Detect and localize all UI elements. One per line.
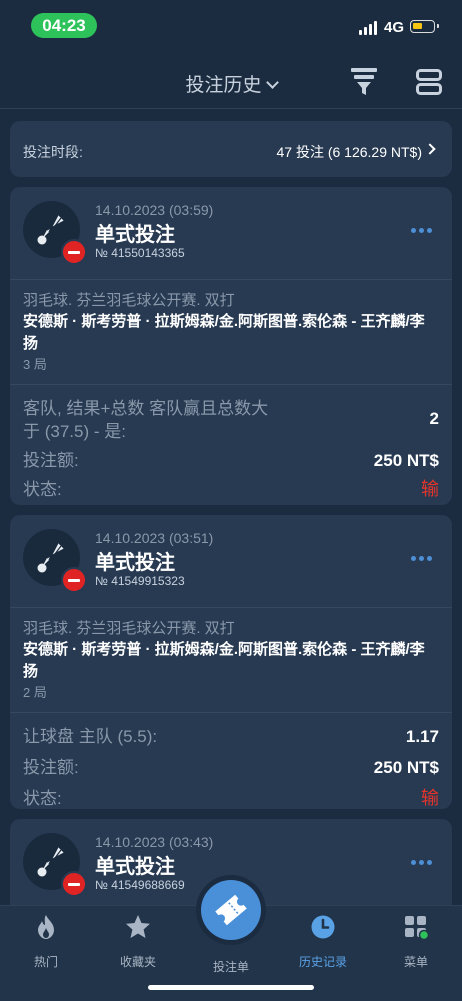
- league-name: 羽毛球. 芬兰羽毛球公开赛. 双打: [23, 620, 235, 637]
- filter-icon[interactable]: [351, 68, 377, 96]
- bet-card[interactable]: 14.10.2023 (03:59) 单式投注 № 41550143365 羽毛…: [10, 187, 452, 505]
- tab-label: 收藏夹: [119, 955, 156, 969]
- chevron-right-icon: [424, 143, 436, 155]
- set-info: 2 局: [23, 685, 47, 700]
- stake-label: 投注额:: [23, 758, 79, 777]
- match-teams: 安德斯 · 斯考劳普 · 拉斯姆森/金.阿斯图普.索伦森 - 王齐麟/李扬: [23, 313, 425, 352]
- betslip-fab[interactable]: [201, 880, 261, 940]
- stake-value: 250 NT$: [373, 758, 439, 777]
- bet-date: 14.10.2023 (03:51): [95, 530, 214, 546]
- bet-number: № 41550143365: [95, 246, 185, 260]
- clock-icon: [311, 915, 335, 939]
- period-summary: 47 投注 (6 126.29 NT$): [276, 144, 422, 160]
- more-options-icon[interactable]: [411, 860, 432, 865]
- tab-betslip[interactable]: 投注单: [196, 958, 266, 975]
- bet-odds: 2: [429, 409, 439, 428]
- page-title: 投注历史: [185, 75, 262, 96]
- network-type: 4G: [384, 19, 405, 36]
- tab-history[interactable]: 历史记录: [288, 914, 358, 970]
- status-label: 状态:: [23, 789, 62, 808]
- stake-value: 250 NT$: [373, 451, 439, 470]
- more-options-icon[interactable]: [411, 228, 432, 233]
- tab-menu[interactable]: 菜单: [381, 914, 451, 970]
- tab-label: 投注单: [212, 960, 249, 974]
- bet-type: 单式投注: [95, 552, 175, 574]
- bet-card[interactable]: 14.10.2023 (03:51) 单式投注 № 41549915323 羽毛…: [10, 515, 452, 809]
- layout-toggle-icon[interactable]: [416, 69, 442, 95]
- bet-type: 单式投注: [95, 856, 175, 878]
- ticket-icon: [215, 894, 247, 926]
- league-name: 羽毛球. 芬兰羽毛球公开赛. 双打: [23, 292, 235, 309]
- status-value: 输: [421, 788, 439, 808]
- tab-label: 历史记录: [298, 955, 347, 969]
- status-value: 输: [421, 479, 439, 499]
- bet-number: № 41549915323: [95, 574, 185, 588]
- flame-icon: [38, 915, 54, 939]
- tab-label: 热门: [33, 955, 58, 969]
- period-label: 投注时段:: [23, 144, 83, 160]
- bet-market: 客队, 结果+总数 客队赢且总数大于 (37.5) - 是:: [23, 399, 269, 441]
- bet-odds: 1.17: [405, 727, 439, 746]
- bet-number: № 41549688669: [95, 878, 185, 892]
- bet-type: 单式投注: [95, 224, 175, 246]
- loss-badge-icon: [61, 567, 87, 593]
- signal-icon: [359, 21, 377, 35]
- chevron-down-icon: [265, 76, 279, 89]
- bet-period-row[interactable]: 投注时段: 47 投注 (6 126.29 NT$): [10, 121, 452, 177]
- history-title-dropdown[interactable]: 投注历史: [0, 70, 462, 97]
- tab-hot[interactable]: 热门: [11, 914, 81, 970]
- more-options-icon[interactable]: [411, 556, 432, 561]
- status-bar: 04:23 4G: [0, 0, 462, 52]
- bet-date: 14.10.2023 (03:43): [95, 834, 214, 850]
- loss-badge-icon: [61, 239, 87, 265]
- tab-favorites[interactable]: 收藏夹: [103, 914, 173, 970]
- loss-badge-icon: [61, 871, 87, 897]
- status-label: 状态:: [23, 480, 62, 499]
- home-indicator: [148, 985, 314, 990]
- menu-grid-icon: [405, 916, 430, 941]
- bet-date: 14.10.2023 (03:59): [95, 202, 214, 218]
- match-teams: 安德斯 · 斯考劳普 · 拉斯姆森/金.阿斯图普.索伦森 - 王齐麟/李扬: [23, 641, 425, 680]
- battery-icon: [410, 20, 439, 33]
- status-time: 04:23: [31, 13, 97, 38]
- set-info: 3 局: [23, 357, 47, 372]
- star-icon: [126, 915, 150, 938]
- bet-market: 让球盘 主队 (5.5):: [23, 727, 158, 746]
- stake-label: 投注额:: [23, 451, 79, 470]
- top-nav: 投注历史: [0, 52, 462, 109]
- tab-label: 菜单: [403, 955, 428, 969]
